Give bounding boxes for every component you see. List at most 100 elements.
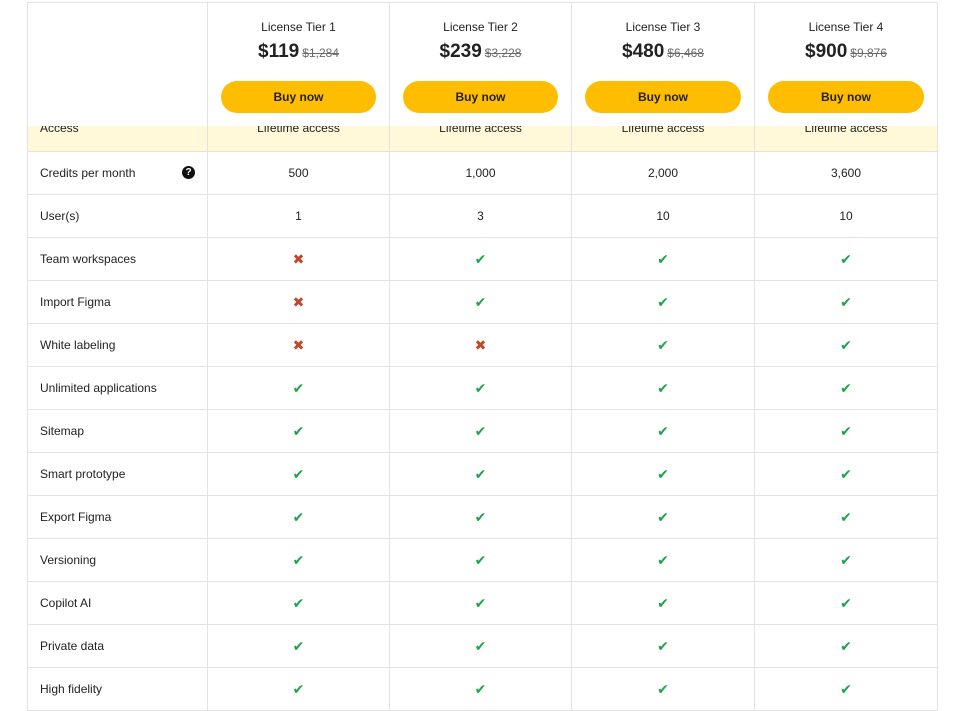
pricing-header-row: License Tier 1 $119 $1,284 Buy now Licens… <box>27 2 939 126</box>
feature-label: Team workspaces <box>40 252 137 266</box>
feature-value: 1 <box>295 209 302 223</box>
feature-value-cell: ✔ <box>572 367 755 410</box>
buy-now-button-tier-3[interactable]: Buy now <box>585 81 741 113</box>
feature-label-cell: Sitemap <box>27 410 208 453</box>
feature-value-cell: ✔ <box>572 668 755 711</box>
feature-value-cell: 2,000 <box>572 152 755 195</box>
buy-now-button-tier-4[interactable]: Buy now <box>768 81 924 113</box>
feature-value-cell: ✔ <box>208 668 390 711</box>
tier-name: License Tier 2 <box>443 20 518 34</box>
feature-value-cell: ✔ <box>390 281 572 324</box>
tier-name: License Tier 4 <box>808 20 884 34</box>
check-icon: ✔ <box>840 293 852 310</box>
feature-value: 2,000 <box>647 166 679 180</box>
check-icon: ✔ <box>292 637 305 654</box>
feature-rows: Credits per month? 500 1,000 2,000 3,600 User… <box>27 152 939 711</box>
feature-label: Smart prototype <box>40 467 126 481</box>
feature-row: Versioning ✔ ✔ ✔ ✔ <box>27 539 939 582</box>
header-empty-cell <box>27 2 208 126</box>
cross-icon: ✖ <box>292 250 305 267</box>
buy-now-button-tier-1[interactable]: Buy now <box>221 81 376 113</box>
check-icon: ✔ <box>292 465 305 482</box>
tier-column-2: License Tier 2 $239 $3,228 Buy now <box>390 2 572 126</box>
tier-column-1: License Tier 1 $119 $1,284 Buy now <box>208 2 390 126</box>
feature-value-cell: ✔ <box>572 238 755 281</box>
feature-value-cell: ✔ <box>208 367 390 410</box>
feature-value-cell: ✔ <box>572 324 755 367</box>
feature-value-cell: ✔ <box>572 496 755 539</box>
tier-price: $239 <box>439 41 482 62</box>
check-icon: ✔ <box>292 680 305 697</box>
check-icon: ✔ <box>840 379 852 396</box>
check-icon: ✔ <box>657 379 669 396</box>
check-icon: ✔ <box>474 551 487 568</box>
tier-old-price: $1,284 <box>302 46 339 60</box>
check-icon: ✔ <box>840 551 852 568</box>
feature-value-cell: ✖ <box>208 238 390 281</box>
feature-value: 10 <box>656 209 670 223</box>
check-icon: ✔ <box>840 336 852 353</box>
feature-value-cell: ✔ <box>572 410 755 453</box>
check-icon: ✔ <box>657 508 669 525</box>
feature-label: Copilot AI <box>40 596 92 610</box>
feature-value-cell: ✔ <box>572 582 755 625</box>
feature-value: 1,000 <box>465 166 496 180</box>
check-icon: ✔ <box>657 422 669 439</box>
feature-label: Import Figma <box>40 295 111 309</box>
tier-old-price: $9,876 <box>850 46 887 60</box>
check-icon: ✔ <box>657 637 669 654</box>
access-label: Access <box>40 126 79 135</box>
feature-value-cell: ✔ <box>208 539 390 582</box>
check-icon: ✔ <box>657 250 669 267</box>
feature-value-cell: ✔ <box>390 625 572 668</box>
feature-value-cell: ✖ <box>208 281 390 324</box>
feature-row: Import Figma ✖ ✔ ✔ ✔ <box>27 281 939 324</box>
feature-value-cell: ✔ <box>208 582 390 625</box>
feature-label: Private data <box>40 639 105 653</box>
feature-row: Sitemap ✔ ✔ ✔ ✔ <box>27 410 939 453</box>
feature-value-cell: ✔ <box>390 367 572 410</box>
feature-value: 3,600 <box>830 166 862 180</box>
feature-value-cell: ✔ <box>390 668 572 711</box>
feature-value-cell: 3 <box>390 195 572 238</box>
check-icon: ✔ <box>840 637 852 654</box>
feature-value-cell: ✔ <box>390 582 572 625</box>
feature-value-cell: ✔ <box>390 410 572 453</box>
feature-row: Credits per month? 500 1,000 2,000 3,600 <box>27 152 939 195</box>
feature-value-cell: 3,600 <box>755 152 938 195</box>
feature-label-cell: High fidelity <box>27 668 208 711</box>
feature-label-cell: Import Figma <box>27 281 208 324</box>
feature-value-cell: ✔ <box>755 496 938 539</box>
feature-value-cell: 10 <box>572 195 755 238</box>
feature-value-cell: 10 <box>755 195 938 238</box>
check-icon: ✔ <box>474 680 487 697</box>
check-icon: ✔ <box>474 637 487 654</box>
feature-label: White labeling <box>40 338 116 352</box>
check-icon: ✔ <box>657 465 669 482</box>
check-icon: ✔ <box>657 551 669 568</box>
cross-icon: ✖ <box>292 293 305 310</box>
feature-row: Export Figma ✔ ✔ ✔ ✔ <box>27 496 939 539</box>
help-icon[interactable]: ? <box>182 166 195 179</box>
check-icon: ✔ <box>474 465 487 482</box>
feature-value-cell: ✔ <box>572 539 755 582</box>
check-icon: ✔ <box>840 250 852 267</box>
tier-name: License Tier 3 <box>625 20 701 34</box>
feature-label-cell: Copilot AI <box>27 582 208 625</box>
buy-now-button-tier-2[interactable]: Buy now <box>403 81 558 113</box>
tier-column-4: License Tier 4 $900 $9,876 Buy now <box>755 2 938 126</box>
feature-value: 10 <box>839 209 853 223</box>
feature-label-cell: Unlimited applications <box>27 367 208 410</box>
check-icon: ✔ <box>474 594 487 611</box>
check-icon: ✔ <box>474 293 487 310</box>
feature-label: User(s) <box>40 209 80 223</box>
feature-value-cell: ✔ <box>755 668 938 711</box>
feature-value-cell: ✔ <box>755 238 938 281</box>
feature-value: 3 <box>477 209 484 223</box>
feature-value-cell: ✔ <box>572 453 755 496</box>
feature-value: 500 <box>288 166 309 180</box>
check-icon: ✔ <box>840 680 852 697</box>
feature-label-cell: Private data <box>27 625 208 668</box>
feature-value-cell: ✔ <box>755 324 938 367</box>
check-icon: ✔ <box>840 422 852 439</box>
